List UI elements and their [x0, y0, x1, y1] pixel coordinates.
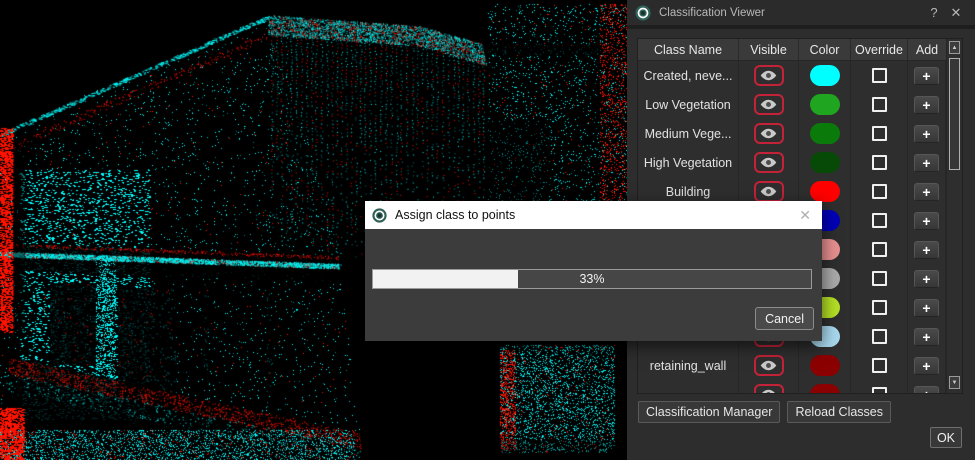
- class-color-swatch[interactable]: [810, 94, 840, 115]
- class-color-swatch[interactable]: [810, 65, 840, 86]
- plus-icon: +: [922, 214, 930, 228]
- eye-icon: [759, 185, 778, 198]
- progress-label: 33%: [373, 270, 811, 288]
- add-class-button[interactable]: +: [914, 96, 939, 114]
- add-class-button[interactable]: +: [914, 270, 939, 288]
- override-checkbox[interactable]: [872, 329, 887, 344]
- plus-icon: +: [922, 301, 930, 315]
- assign-class-dialog: Assign class to points ✕ 33% Cancel: [365, 201, 822, 341]
- column-header-add: Add: [907, 39, 946, 60]
- plus-icon: +: [922, 98, 930, 112]
- class-color-swatch[interactable]: [810, 181, 840, 202]
- eye-icon: [759, 388, 778, 393]
- table-row: Medium Vege... +: [638, 119, 946, 148]
- ok-button[interactable]: OK: [930, 427, 962, 448]
- class-color-swatch[interactable]: [810, 123, 840, 144]
- eye-icon: [759, 98, 778, 111]
- visibility-toggle[interactable]: [754, 384, 784, 393]
- override-checkbox[interactable]: [872, 300, 887, 315]
- screen: Classification Viewer ? ✕ Class Name Vis…: [0, 0, 975, 460]
- override-checkbox[interactable]: [872, 387, 887, 393]
- class-color-swatch[interactable]: [810, 384, 840, 393]
- override-checkbox[interactable]: [872, 97, 887, 112]
- dialog-close-icon[interactable]: ✕: [795, 207, 815, 224]
- column-header-color: Color: [798, 39, 850, 60]
- plus-icon: +: [922, 156, 930, 170]
- override-checkbox[interactable]: [872, 68, 887, 83]
- panel-title: Classification Viewer: [659, 7, 923, 19]
- add-class-button[interactable]: +: [914, 212, 939, 230]
- class-name[interactable]: Medium Vege...: [638, 119, 738, 148]
- reload-classes-button[interactable]: Reload Classes: [787, 401, 891, 423]
- plus-icon: +: [922, 359, 930, 373]
- eye-icon: [759, 127, 778, 140]
- override-checkbox[interactable]: [872, 184, 887, 199]
- table-header: Class Name Visible Color Override Add: [638, 39, 962, 61]
- panel-close-button[interactable]: ✕: [945, 5, 967, 21]
- help-button[interactable]: ?: [923, 5, 945, 20]
- visibility-toggle[interactable]: [754, 94, 784, 115]
- eye-icon: [759, 156, 778, 169]
- add-class-button[interactable]: +: [914, 183, 939, 201]
- override-checkbox[interactable]: [872, 358, 887, 373]
- override-checkbox[interactable]: [872, 271, 887, 286]
- class-name[interactable]: Low Vegetation: [638, 90, 738, 119]
- plus-icon: +: [922, 127, 930, 141]
- add-class-button[interactable]: +: [914, 328, 939, 346]
- add-class-button[interactable]: +: [914, 125, 939, 143]
- class-name[interactable]: [638, 380, 738, 393]
- add-class-button[interactable]: +: [914, 386, 939, 394]
- dialog-logo-icon: [372, 208, 387, 223]
- visibility-toggle[interactable]: [754, 123, 784, 144]
- class-color-swatch[interactable]: [810, 355, 840, 376]
- table-row: High Vegetation +: [638, 148, 946, 177]
- table-row: +: [638, 380, 946, 393]
- vertical-scrollbar[interactable]: ▲ ▼: [946, 39, 962, 393]
- scroll-up-icon[interactable]: ▲: [949, 41, 960, 54]
- add-class-button[interactable]: +: [914, 299, 939, 317]
- add-class-button[interactable]: +: [914, 357, 939, 375]
- table-row: Low Vegetation +: [638, 90, 946, 119]
- visibility-toggle[interactable]: [754, 181, 784, 202]
- visibility-toggle[interactable]: [754, 152, 784, 173]
- plus-icon: +: [922, 330, 930, 344]
- override-checkbox[interactable]: [872, 213, 887, 228]
- table-row: Created, neve... +: [638, 61, 946, 90]
- plus-icon: +: [922, 69, 930, 83]
- scrollbar-thumb[interactable]: [949, 58, 960, 170]
- visibility-toggle[interactable]: [754, 65, 784, 86]
- plus-icon: +: [922, 243, 930, 257]
- dialog-titlebar: Assign class to points ✕: [365, 201, 822, 229]
- dialog-body: 33% Cancel: [365, 229, 822, 341]
- column-header-class-name: Class Name: [638, 39, 738, 60]
- class-name[interactable]: High Vegetation: [638, 148, 738, 177]
- app-logo-icon: [635, 5, 651, 21]
- add-class-button[interactable]: +: [914, 241, 939, 259]
- panel-titlebar: Classification Viewer ? ✕: [627, 0, 975, 29]
- progress-bar: 33%: [372, 269, 812, 289]
- class-color-swatch[interactable]: [810, 152, 840, 173]
- dialog-title: Assign class to points: [395, 208, 795, 222]
- add-class-button[interactable]: +: [914, 154, 939, 172]
- add-class-button[interactable]: +: [914, 67, 939, 85]
- column-header-override: Override: [850, 39, 907, 60]
- class-name[interactable]: retaining_wall: [638, 351, 738, 380]
- plus-icon: +: [922, 388, 930, 394]
- eye-icon: [759, 359, 778, 372]
- override-checkbox[interactable]: [872, 155, 887, 170]
- cancel-button[interactable]: Cancel: [755, 307, 814, 330]
- scroll-down-icon[interactable]: ▼: [949, 376, 960, 389]
- override-checkbox[interactable]: [872, 242, 887, 257]
- column-header-visible: Visible: [738, 39, 798, 60]
- plus-icon: +: [922, 185, 930, 199]
- eye-icon: [759, 69, 778, 82]
- class-name[interactable]: Created, neve...: [638, 61, 738, 90]
- table-row: retaining_wall +: [638, 351, 946, 380]
- plus-icon: +: [922, 272, 930, 286]
- classification-manager-button[interactable]: Classification Manager: [638, 401, 780, 423]
- override-checkbox[interactable]: [872, 126, 887, 141]
- visibility-toggle[interactable]: [754, 355, 784, 376]
- panel-footer: Classification Manager Reload Classes: [638, 401, 891, 423]
